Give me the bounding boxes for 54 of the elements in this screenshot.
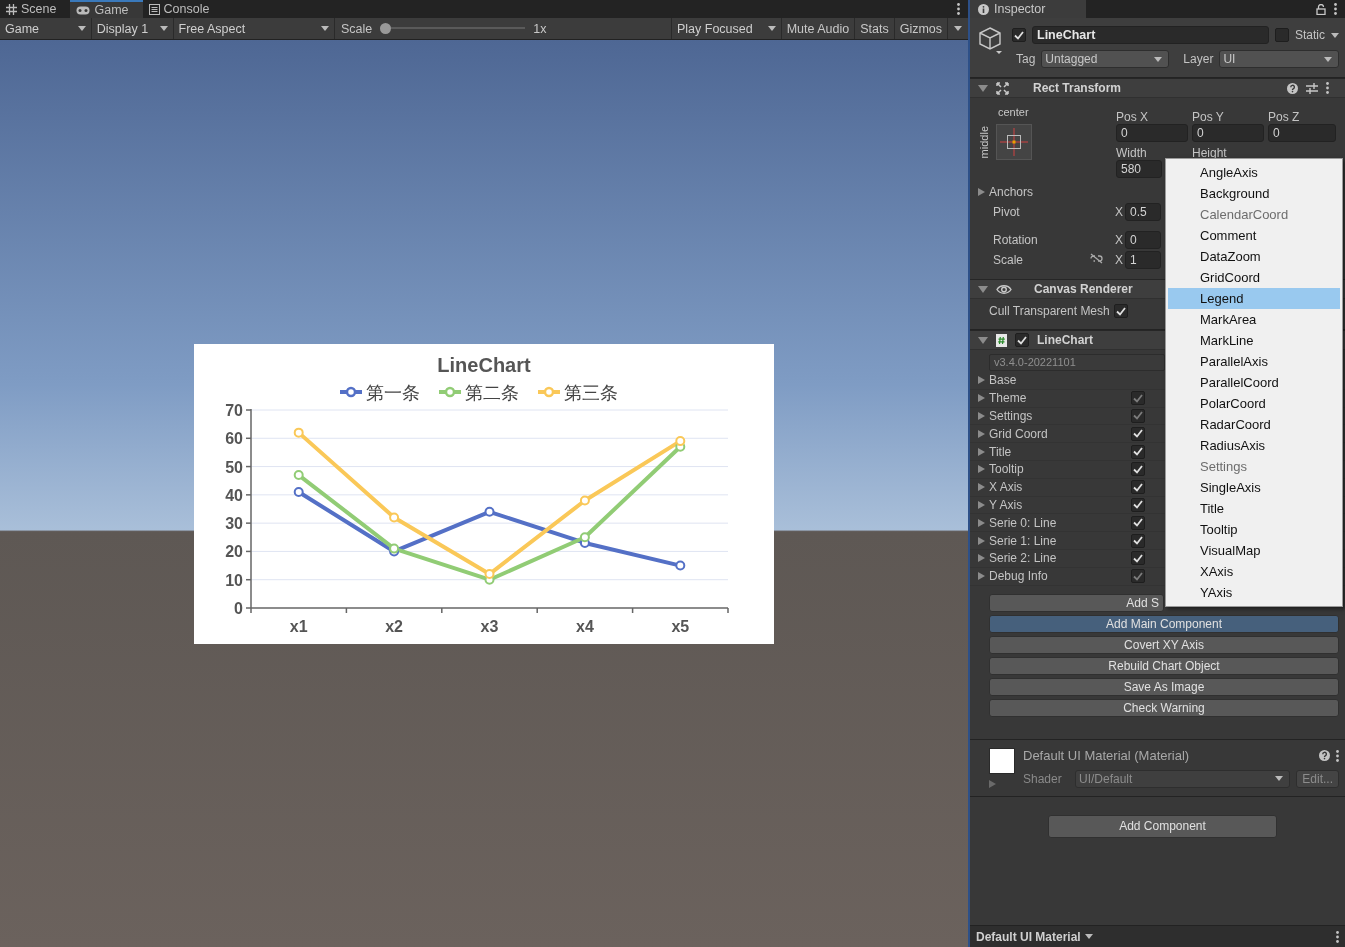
scale-label: Scale (341, 21, 373, 36)
property-label: Rotation (992, 233, 1039, 247)
axis-label: 60 (225, 429, 243, 447)
tag-label: Tag (1016, 52, 1036, 66)
foldout-label: Theme (989, 391, 1028, 406)
section-title: Rect Transform (1032, 81, 1122, 95)
foldout-label: Settings (989, 409, 1034, 423)
anchors-label: Anchors (989, 185, 1034, 199)
field-label: Pos X (1116, 109, 1149, 124)
foldout-label: Serie 0: Line (989, 515, 1058, 530)
section-title: Canvas Renderer (1033, 282, 1133, 296)
section-title: LineChart (1037, 333, 1093, 347)
property-label: Pivot (992, 205, 1021, 219)
axis-label: x1 (289, 617, 308, 635)
axis-label: x4 (576, 617, 594, 635)
axis-label: 0 (234, 599, 243, 617)
axis-label: X (1115, 205, 1124, 219)
field-label: Width (1116, 145, 1148, 160)
field-label: Pos Z (1268, 109, 1301, 124)
axis-label: 10 (225, 571, 243, 589)
axis-label: x3 (480, 617, 499, 635)
foldout-label: Tooltip (989, 462, 1025, 477)
axis-label: 50 (225, 458, 243, 476)
scale-reading: 1x (533, 21, 548, 36)
foldout-label: Serie 2: Line (989, 551, 1058, 566)
material-title: Default UI Material (Material) (1023, 748, 1191, 764)
legend-label: 第三条 (564, 381, 618, 403)
foldout-label: Serie 1: Line (989, 533, 1058, 548)
foldout-label: Grid Coord (989, 426, 1049, 441)
property-label: Scale (992, 253, 1025, 267)
field-label: Pos Y (1192, 109, 1225, 124)
version-field: v3.4.0-20221101 (989, 354, 1165, 371)
legend-label: 第一条 (366, 381, 420, 403)
shader-label: Shader (1023, 771, 1063, 786)
property-label: Cull Transparent Mesh (989, 304, 1110, 318)
foldout-label: Base (989, 373, 1018, 388)
axis-label: 30 (225, 514, 243, 532)
axis-label: X (1115, 253, 1124, 267)
axis-label: 20 (225, 542, 243, 560)
axis-label: X (1115, 233, 1124, 247)
axis-label: x2 (385, 617, 403, 635)
axis-label: x5 (671, 617, 690, 635)
anchor-label: middle (978, 125, 990, 159)
foldout-label: Title (989, 444, 1013, 459)
foldout-label: X Axis (989, 480, 1024, 495)
axis-label: 40 (225, 486, 243, 504)
axis-label: 70 (225, 401, 243, 419)
legend-label: 第二条 (465, 381, 519, 403)
foldout-label: Y Axis (989, 497, 1024, 512)
anchor-label: center (997, 106, 1030, 120)
foldout-label: Debug Info (989, 569, 1049, 584)
chart-title: LineChart (437, 353, 531, 376)
static-label: Static (1295, 28, 1325, 42)
layer-label: Layer (1183, 52, 1214, 66)
